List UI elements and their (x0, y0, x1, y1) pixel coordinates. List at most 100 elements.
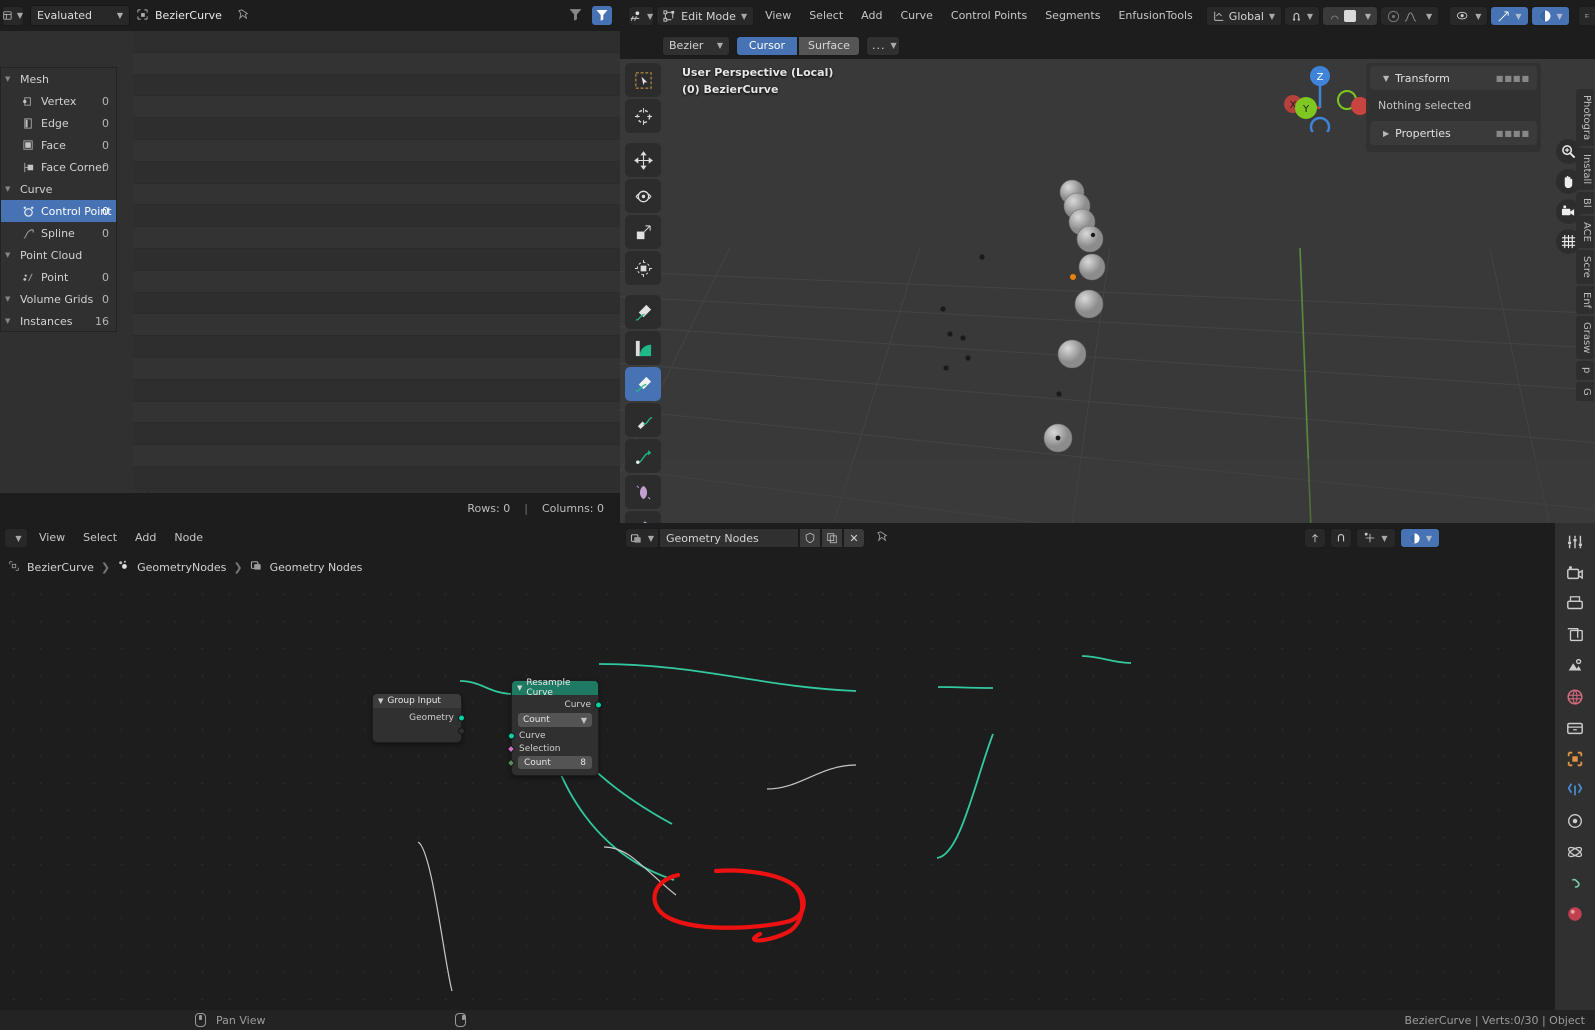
tool-curve-measure[interactable] (625, 331, 661, 365)
socket-geo[interactable] (458, 714, 465, 721)
sidebar-tab-photogra[interactable]: Photogra (1576, 89, 1594, 147)
tool-cursor[interactable] (625, 99, 661, 133)
dataset-row-spline[interactable]: Spline 0 (1, 222, 116, 244)
pin-icon[interactable] (238, 8, 251, 24)
socket-int[interactable] (506, 758, 516, 767)
tool-curve-pen[interactable] (625, 367, 661, 401)
node-value-field[interactable]: Count 8 (518, 756, 592, 769)
more-options-dropdown[interactable]: ... ▼ (866, 35, 900, 56)
world-properties-icon[interactable] (1564, 686, 1586, 708)
dataset-row-volume-grids[interactable]: ▼ Volume Grids 0 (1, 288, 116, 310)
viewport-menu-view[interactable]: View (756, 5, 800, 27)
viewport-menu-curve[interactable]: Curve (891, 5, 941, 27)
socket-hollow[interactable] (458, 727, 465, 734)
node-header[interactable]: ▼ Group Input (373, 694, 461, 708)
navigation-gizmo[interactable]: Z X Y (1275, 62, 1370, 132)
breadcrumb-tree[interactable]: Geometry Nodes (270, 561, 363, 574)
node-menu-node[interactable]: Node (165, 527, 212, 549)
tool-tweak-select-box[interactable] (625, 63, 661, 97)
dataset-row-vertex[interactable]: Vertex 0 (1, 90, 116, 112)
output-properties-icon[interactable] (1564, 593, 1586, 615)
pivot-cursor-button[interactable]: Cursor (736, 35, 798, 56)
node-collapse-icon[interactable]: ▼ (517, 684, 522, 692)
filter-icon[interactable] (568, 7, 583, 25)
physics-properties-icon[interactable] (1564, 841, 1586, 863)
viewport-menu-add[interactable]: Add (852, 5, 891, 27)
sidebar-tab-enf[interactable]: Enf (1576, 285, 1594, 314)
node-menu-add[interactable]: Add (126, 527, 165, 549)
node-menu-select[interactable]: Select (74, 527, 126, 549)
sidebar-tab-grasw[interactable]: Grasw (1576, 315, 1594, 360)
close-icon[interactable]: ✕ (843, 528, 865, 548)
modifier-properties-icon[interactable] (1564, 779, 1586, 801)
viewport-menu-enfusiontools[interactable]: EnfusionTools (1109, 5, 1201, 27)
node-snap-mode-dropdown[interactable]: ▼ (1356, 528, 1396, 548)
dataset-row-mesh[interactable]: ▼ Mesh (1, 68, 116, 90)
editor-type-button[interactable]: ▼ (2, 5, 24, 26)
tool-curve-tilt[interactable] (625, 439, 661, 473)
sidebar-tab-ace[interactable]: ACE (1576, 215, 1594, 248)
node-collapse-icon[interactable]: ▼ (378, 697, 383, 705)
node-dropdown[interactable]: Count ▼ (518, 713, 592, 727)
proportional-falloff-dropdown[interactable]: ▼ (1380, 6, 1440, 26)
editor-type-button-3d[interactable]: ▼ (628, 6, 655, 26)
tool-rotate[interactable] (625, 179, 661, 213)
scene-properties-icon[interactable] (1564, 655, 1586, 677)
viewport-menu-control-points[interactable]: Control Points (942, 5, 1036, 27)
dataset-row-point-cloud[interactable]: ▼ Point Cloud (1, 244, 116, 266)
tool-shrink-fatten[interactable] (625, 475, 661, 509)
snapping-dropdown[interactable]: ▼ (1284, 6, 1321, 26)
tool-properties-icon[interactable] (1564, 531, 1586, 553)
material-properties-icon[interactable] (1564, 903, 1586, 925)
snap-node-icon[interactable] (1304, 528, 1326, 548)
transform-panel-header[interactable]: ▼ Transform ■■■■ (1370, 66, 1537, 90)
node-magnet-icon[interactable] (1330, 528, 1352, 548)
tool-draw-curve[interactable] (625, 295, 661, 329)
overlays-toggle[interactable]: ▼ (1530, 6, 1570, 26)
node-group-input[interactable]: ▼ Group Input Geometry (372, 693, 465, 743)
dataset-mode-dropdown[interactable]: Evaluated ▼ (30, 5, 130, 26)
pivot-surface-button[interactable]: Surface (798, 35, 860, 56)
sidebar-tab-p[interactable]: p (1576, 361, 1594, 380)
object-properties-icon[interactable] (1564, 748, 1586, 770)
node-overlays-toggle[interactable]: ▼ (1400, 528, 1440, 548)
collection-properties-icon[interactable] (1564, 717, 1586, 739)
sidebar-tab-scre[interactable]: Scre (1576, 249, 1594, 284)
interaction-mode-dropdown[interactable]: Edit Mode ▼ (656, 6, 755, 26)
dataset-row-control-point[interactable]: Control Point 0 (1, 200, 116, 222)
gizmo-toggle[interactable]: ▼ (1490, 6, 1529, 26)
dataset-row-face-corner[interactable]: Face Corner 0 (1, 156, 116, 178)
socket-geo[interactable] (508, 732, 515, 739)
breadcrumb-modifier[interactable]: GeometryNodes (137, 561, 226, 574)
node-resample-curve[interactable]: ▼ Resample Curve Curve Count ▼ Curve Selection… (506, 678, 602, 776)
tool-scale[interactable] (625, 215, 661, 249)
transform-orientation-dropdown[interactable]: Global ▼ (1205, 6, 1283, 26)
proportional-edit-dropdown[interactable]: ▼ (1322, 6, 1379, 26)
sidebar-tab-install[interactable]: Install (1576, 148, 1594, 191)
render-properties-icon[interactable] (1564, 562, 1586, 584)
socket-bool[interactable] (506, 744, 516, 753)
shield-icon[interactable] (799, 528, 821, 548)
tool-move[interactable] (625, 143, 661, 177)
viewport-menu-segments[interactable]: Segments (1036, 5, 1109, 27)
view-layer-properties-icon[interactable] (1564, 624, 1586, 646)
node-tree-icon[interactable]: ▼ (625, 528, 659, 548)
viewport-canvas[interactable]: User Perspective (Local) (0) BezierCurve (620, 59, 1595, 523)
pin-icon-node[interactable] (877, 530, 890, 546)
node-header[interactable]: ▼ Resample Curve (512, 678, 598, 698)
node-menu-view[interactable]: View (30, 527, 74, 549)
dataset-row-edge[interactable]: Edge 0 (1, 112, 116, 134)
node-tree-name-field[interactable]: Geometry Nodes (659, 528, 799, 548)
constraint-properties-icon[interactable] (1564, 872, 1586, 894)
socket-geo[interactable] (595, 701, 602, 708)
tool-randomize[interactable] (625, 511, 661, 523)
node-canvas[interactable]: ▼ Group Input Geometry ▼ Resample Curve Curve… (0, 581, 1520, 1010)
dataset-row-instances[interactable]: ▼ Instances 16 (1, 310, 116, 332)
shading-options-dropdown[interactable]: ▼ (1577, 6, 1595, 26)
sidebar-tab-bl[interactable]: Bl (1576, 192, 1594, 214)
sidebar-tab-g[interactable]: G (1576, 381, 1594, 402)
breadcrumb-object[interactable]: BezierCurve (27, 561, 94, 574)
particles-properties-icon[interactable] (1564, 810, 1586, 832)
dataset-row-curve[interactable]: ▼ Curve (1, 178, 116, 200)
viewport-menu-select[interactable]: Select (800, 5, 852, 27)
